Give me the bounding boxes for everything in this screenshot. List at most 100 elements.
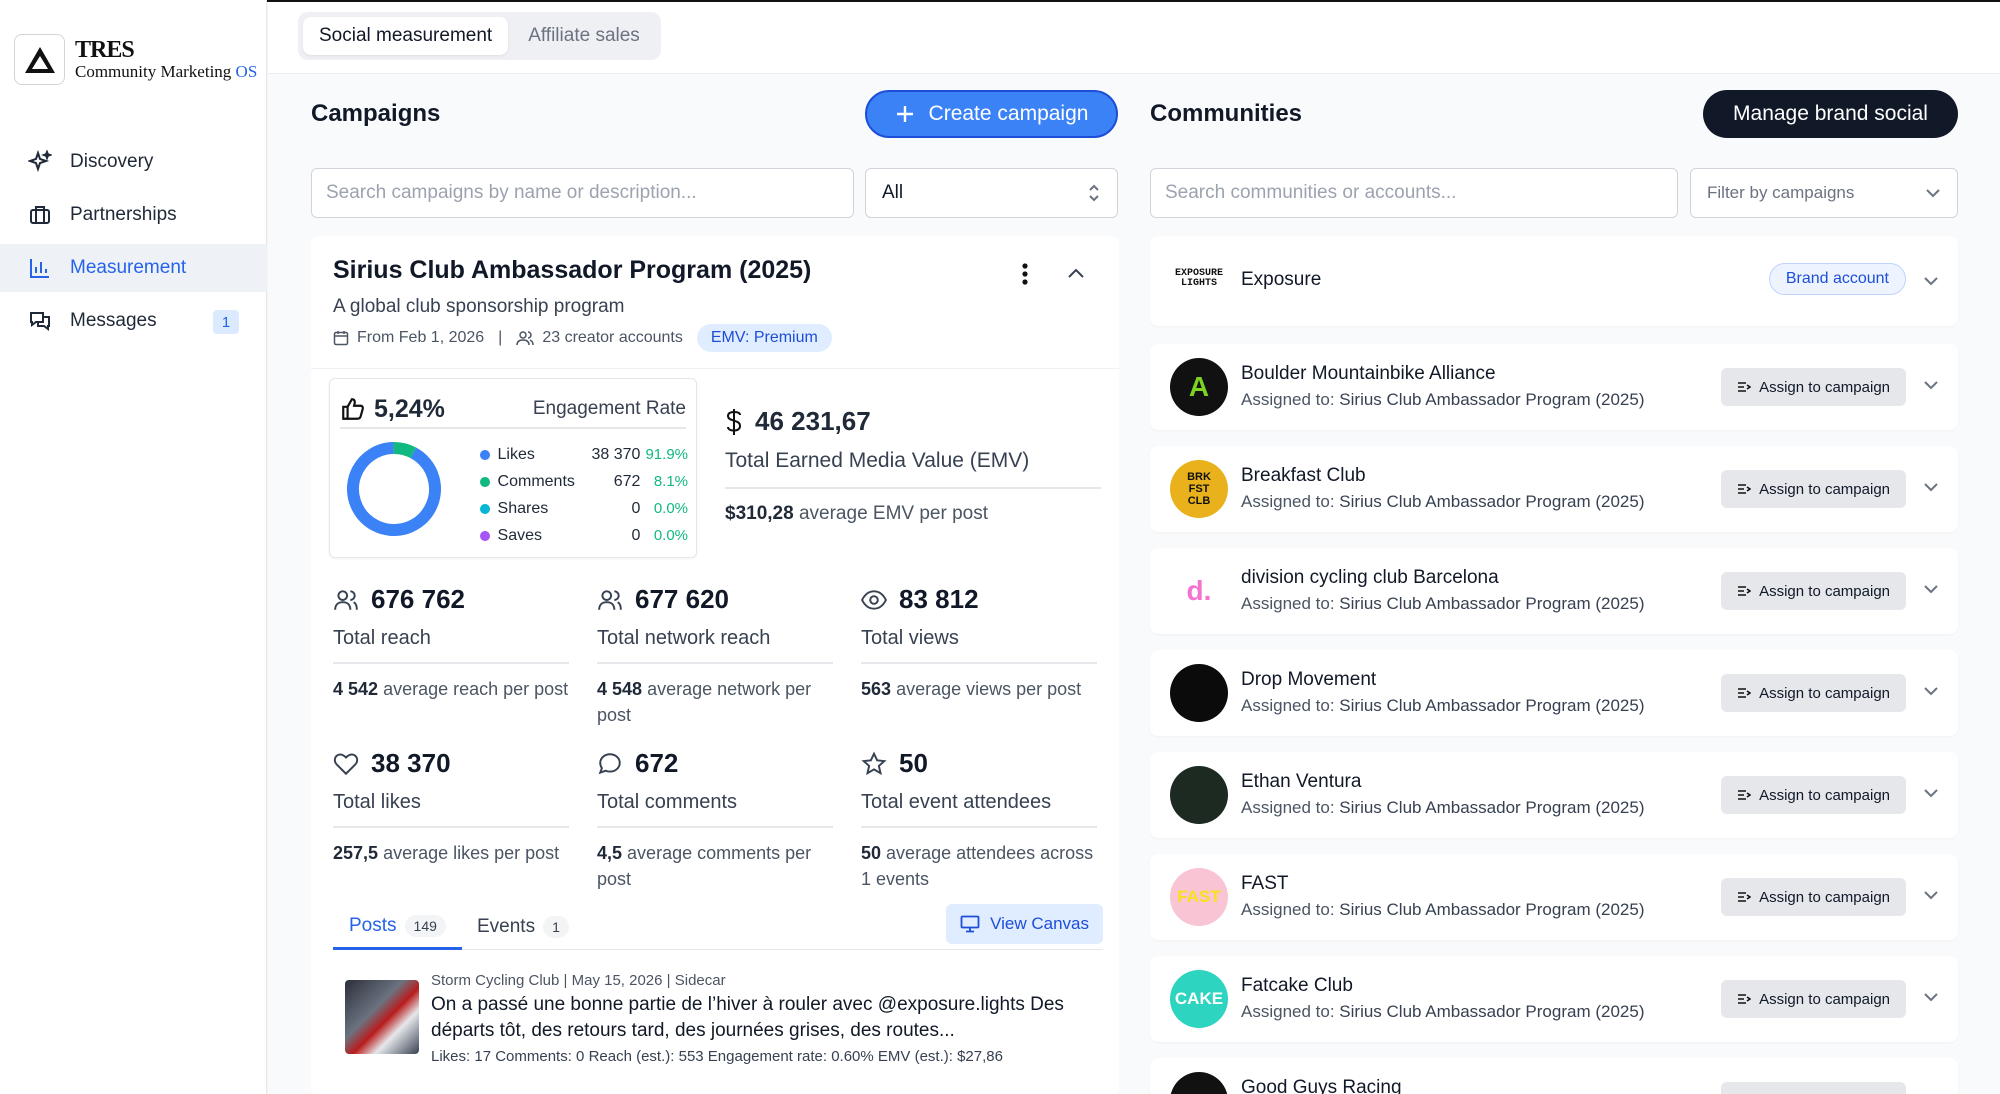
assign-to-campaign-button[interactable]: Assign to campaign: [1721, 878, 1906, 916]
segmented-control: Social measurement Affiliate sales: [298, 12, 661, 60]
list-assign-icon: [1738, 790, 1752, 800]
community-row[interactable]: GOOD Good Guys Racing Assign to campaign: [1150, 1058, 1958, 1094]
campaign-card: Sirius Club Ambassador Program (2025) A …: [311, 236, 1119, 1094]
community-row[interactable]: BRK FST CLB Breakfast Club Assigned to: Si…: [1150, 446, 1958, 532]
community-avatar: FAST: [1170, 868, 1228, 926]
community-name: Breakfast Club: [1241, 465, 1366, 486]
chat-icon: [30, 312, 50, 331]
list-assign-icon: [1738, 994, 1752, 1004]
communities-title: Communities: [1150, 100, 1303, 127]
chevron-down-icon[interactable]: [1922, 1090, 1940, 1094]
community-row[interactable]: CAKE Fatcake Club Assigned to: Sirius Club…: [1150, 956, 1958, 1042]
create-campaign-button[interactable]: Create campaign: [865, 90, 1118, 138]
campaign-filter-select[interactable]: All: [865, 168, 1118, 218]
assign-to-campaign-button[interactable]: Assign to campaign: [1721, 1082, 1906, 1094]
more-menu-icon[interactable]: [1021, 262, 1029, 286]
assign-to-campaign-button[interactable]: Assign to campaign: [1721, 776, 1906, 814]
briefcase-icon: [30, 206, 50, 224]
post-text: On a passé une bonne partie de l’hiver à…: [431, 994, 1064, 1041]
assigned-campaign: Assigned to: Sirius Club Ambassador Prog…: [1241, 594, 1645, 613]
eye-icon: [861, 589, 887, 610]
stat-total-reach: 676 762 Total reach 4 542 average reach …: [333, 584, 569, 699]
view-canvas-button[interactable]: View Canvas: [946, 904, 1103, 944]
engagement-donut-chart: [347, 442, 441, 536]
legend-row-comments: Comments 672 8.1%: [480, 468, 688, 495]
chevron-down-icon[interactable]: [1922, 272, 1940, 290]
users-icon: [598, 589, 622, 610]
stat-total-event-attendees: 50 Total event attendees 50 average atte…: [861, 748, 1097, 892]
meta-separator: |: [498, 329, 503, 346]
brand-account-badge: Brand account: [1768, 263, 1906, 295]
chevron-down-icon[interactable]: [1922, 478, 1940, 496]
tab-affiliate-sales[interactable]: Affiliate sales: [512, 17, 656, 55]
campaign-title: Sirius Club Ambassador Program (2025): [333, 256, 812, 284]
post-stats: Likes: 17 Comments: 0 Reach (est.): 553 …: [431, 1048, 1003, 1065]
sidebar: TRES Community Marketing OS Discovery Pa…: [0, 0, 267, 1094]
legend-row-shares: Shares 0 0.0%: [480, 495, 688, 522]
post-meta: Storm Cycling Club | May 15, 2026 | Side…: [431, 972, 726, 989]
campaign-date: From Feb 1, 2026: [357, 329, 485, 346]
assign-to-campaign-button[interactable]: Assign to campaign: [1721, 674, 1906, 712]
chevron-down-icon[interactable]: [1922, 580, 1940, 598]
legend-row-saves: Saves 0 0.0%: [480, 522, 688, 549]
community-name: Fatcake Club: [1241, 975, 1353, 996]
community-avatar: GOOD: [1170, 1072, 1228, 1094]
sidebar-item-partnerships[interactable]: Partnerships: [0, 191, 267, 239]
logo-subtitle: Community Marketing OS: [75, 61, 258, 81]
chevron-down-icon[interactable]: [1922, 682, 1940, 700]
chevron-down-icon[interactable]: [1922, 784, 1940, 802]
community-row[interactable]: Ethan Ventura Assigned to: Sirius Club Am…: [1150, 752, 1958, 838]
top-tab-bar: Social measurement Affiliate sales: [268, 2, 2000, 74]
messages-badge: 1: [213, 310, 239, 334]
emv-average: $310,28 average EMV per post: [725, 503, 989, 524]
campaign-meta: From Feb 1, 2026 | 23 creator accounts E…: [333, 324, 832, 352]
community-search-input[interactable]: Search communities or accounts...: [1150, 168, 1678, 218]
events-count-badge: 1: [543, 916, 569, 938]
stat-total-likes: 38 370 Total likes 257,5 average likes p…: [333, 748, 569, 866]
chevron-down-icon[interactable]: [1922, 376, 1940, 394]
assigned-campaign: Assigned to: Sirius Club Ambassador Prog…: [1241, 900, 1645, 919]
assign-to-campaign-button[interactable]: Assign to campaign: [1721, 980, 1906, 1018]
campaign-search-input[interactable]: Search campaigns by name or description.…: [311, 168, 854, 218]
brand-account-row[interactable]: EXPOSURE LIGHTS Exposure Brand account: [1150, 236, 1958, 326]
community-avatar: CAKE: [1170, 970, 1228, 1028]
manage-brand-social-button[interactable]: Manage brand social: [1703, 90, 1958, 138]
community-row[interactable]: FAST FAST Assigned to: Sirius Club Ambassa…: [1150, 854, 1958, 940]
tab-social-measurement[interactable]: Social measurement: [303, 17, 509, 55]
sidebar-item-messages[interactable]: Messages 1: [0, 297, 267, 345]
assign-to-campaign-button[interactable]: Assign to campaign: [1721, 572, 1906, 610]
emv-value: 46 231,67: [755, 406, 871, 436]
sidebar-item-measurement[interactable]: Measurement: [0, 244, 267, 292]
logo-title: TRES: [75, 36, 135, 63]
community-avatar: [1170, 766, 1228, 824]
sidebar-item-discovery[interactable]: Discovery: [0, 138, 267, 186]
sidebar-item-label: Partnerships: [70, 204, 177, 225]
assign-to-campaign-button[interactable]: Assign to campaign: [1721, 368, 1906, 406]
tab-posts[interactable]: Posts 149: [333, 904, 462, 950]
chevron-down-icon[interactable]: [1922, 988, 1940, 1006]
sparkles-icon: [28, 150, 52, 173]
chevron-down-icon: [1926, 189, 1940, 198]
heart-icon: [333, 753, 359, 775]
app-logo[interactable]: TRES Community Marketing OS: [14, 34, 257, 85]
assign-to-campaign-button[interactable]: Assign to campaign: [1721, 470, 1906, 508]
collapse-chevron-icon[interactable]: [1067, 266, 1085, 280]
emv-label: Total Earned Media Value (EMV): [725, 449, 1101, 489]
campaign-filter-dropdown[interactable]: Filter by campaigns: [1690, 168, 1958, 218]
community-name: Ethan Ventura: [1241, 771, 1362, 792]
community-name: FAST: [1241, 873, 1289, 894]
sidebar-nav: Discovery Partnerships Measurement Messa…: [0, 138, 267, 350]
community-row[interactable]: Drop Movement Assigned to: Sirius Club Am…: [1150, 650, 1958, 736]
tab-events[interactable]: Events 1: [477, 904, 569, 950]
community-row[interactable]: A Boulder Mountainbike Alliance Assigned t…: [1150, 344, 1958, 430]
community-avatar: [1170, 664, 1228, 722]
main-content: Social measurement Affiliate sales Campa…: [268, 2, 2000, 1094]
list-assign-icon: [1738, 586, 1752, 596]
community-row[interactable]: d. division cycling club Barcelona Assigne…: [1150, 548, 1958, 634]
sidebar-item-label: Discovery: [70, 151, 154, 172]
emv-card: 46 231,67 Total Earned Media Value (EMV)…: [725, 406, 1101, 525]
chevron-down-icon[interactable]: [1922, 886, 1940, 904]
community-avatar: A: [1170, 358, 1228, 416]
assigned-campaign: Assigned to: Sirius Club Ambassador Prog…: [1241, 390, 1645, 409]
assigned-campaign: Assigned to: Sirius Club Ambassador Prog…: [1241, 1002, 1645, 1021]
